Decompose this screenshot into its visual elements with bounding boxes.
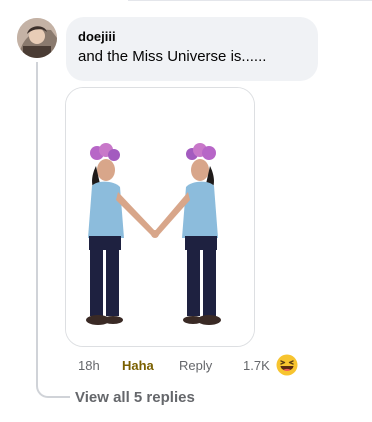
comment-photo [66, 88, 254, 346]
haha-reaction-button[interactable]: Haha [122, 356, 154, 376]
avatar[interactable] [17, 18, 57, 58]
comment-text: and the Miss Universe is...... [78, 48, 267, 65]
view-all-replies-link[interactable]: View all 5 replies [75, 388, 195, 408]
reaction-count[interactable]: 1.7K [243, 356, 270, 376]
reply-button[interactable]: Reply [179, 356, 212, 376]
comment-author[interactable]: doejiii [78, 28, 306, 46]
comment-image[interactable] [65, 87, 255, 347]
comment-actions: 18h Haha Reply 1.7K [78, 356, 308, 376]
haha-emoji-icon[interactable] [276, 354, 298, 376]
comment-bubble: doejiii and the Miss Universe is...... [66, 17, 318, 81]
previous-comment-divider [128, 0, 372, 1]
comment-timestamp[interactable]: 18h [78, 356, 100, 376]
avatar-photo [17, 18, 57, 58]
